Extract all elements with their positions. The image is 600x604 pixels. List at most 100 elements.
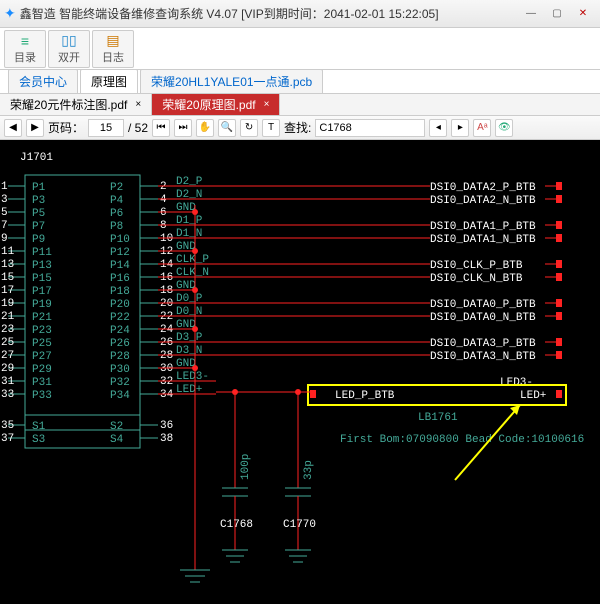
svg-text:P18: P18 xyxy=(110,286,130,298)
svg-text:35: 35 xyxy=(1,420,14,432)
svg-text:P9: P9 xyxy=(32,234,45,246)
svg-text:P11: P11 xyxy=(32,247,52,259)
svg-text:DSI0_DATA2_N_BTB: DSI0_DATA2_N_BTB xyxy=(430,195,536,207)
component-ref: J1701 xyxy=(20,152,53,164)
close-icon[interactable]: × xyxy=(135,99,141,110)
schematic-view[interactable]: J1701 1P13P35P57P79P911P1113P1315P1517P1… xyxy=(0,140,600,604)
tab-member[interactable]: 会员中心 xyxy=(8,69,78,93)
svg-text:C1770: C1770 xyxy=(283,519,316,531)
svg-text:12: 12 xyxy=(160,246,173,258)
binoculars-button[interactable]: 👁 xyxy=(495,119,513,137)
maximize-button[interactable]: ▢ xyxy=(544,4,570,24)
svg-text:P28: P28 xyxy=(110,351,130,363)
hand-tool-button[interactable]: ✋ xyxy=(196,119,214,137)
document-tabs: 荣耀20元件标注图.pdf × 荣耀20原理图.pdf × xyxy=(0,94,600,116)
tab-pcb[interactable]: 荣耀20HL1YALE01一点通.pcb xyxy=(140,69,323,93)
svg-text:DSI0_DATA1_P_BTB: DSI0_DATA1_P_BTB xyxy=(430,221,536,233)
svg-text:4: 4 xyxy=(160,194,167,206)
search-prev-button[interactable]: ◂ xyxy=(429,119,447,137)
svg-text:LED+: LED+ xyxy=(176,384,202,396)
svg-text:P6: P6 xyxy=(110,208,123,220)
close-button[interactable]: ✕ xyxy=(570,4,596,24)
svg-text:DSI0_CLK_N_BTB: DSI0_CLK_N_BTB xyxy=(430,273,523,285)
catalog-button[interactable]: ≡目录 xyxy=(4,30,46,68)
svg-text:P23: P23 xyxy=(32,325,52,337)
svg-text:P13: P13 xyxy=(32,260,52,272)
zoom-tool-button[interactable]: 🔍 xyxy=(218,119,236,137)
svg-text:DSI0_DATA3_N_BTB: DSI0_DATA3_N_BTB xyxy=(430,351,536,363)
svg-text:2: 2 xyxy=(160,181,167,193)
svg-text:30: 30 xyxy=(160,363,173,375)
svg-text:38: 38 xyxy=(160,433,173,445)
svg-text:P31: P31 xyxy=(32,377,52,389)
first-page-button[interactable]: ⏮ xyxy=(152,119,170,137)
toolbar: ◀ ▶ 页码： / 52 ⏮ ⏭ ✋ 🔍 ↻ T 查找: ◂ ▸ Aᵃ 👁 xyxy=(0,116,600,140)
svg-text:DSI0_DATA1_N_BTB: DSI0_DATA1_N_BTB xyxy=(430,234,536,246)
svg-text:6: 6 xyxy=(160,207,167,219)
svg-text:33p: 33p xyxy=(303,460,315,480)
svg-text:D0_P: D0_P xyxy=(176,293,203,305)
svg-text:P17: P17 xyxy=(32,286,52,298)
svg-text:29: 29 xyxy=(1,363,14,375)
svg-text:CLK_N: CLK_N xyxy=(176,267,209,279)
svg-text:27: 27 xyxy=(1,350,14,362)
svg-text:22: 22 xyxy=(160,311,173,323)
svg-text:P2: P2 xyxy=(110,182,123,194)
label: 日志 xyxy=(102,49,124,65)
doc-tab-2[interactable]: 荣耀20原理图.pdf × xyxy=(152,94,280,115)
svg-text:P29: P29 xyxy=(32,364,52,376)
dual-open-button[interactable]: ▯▯双开 xyxy=(48,30,90,68)
svg-text:P26: P26 xyxy=(110,338,130,350)
page-input[interactable] xyxy=(88,119,124,137)
search-input[interactable] xyxy=(315,119,425,137)
page-total: / 52 xyxy=(128,121,148,135)
doc-tab-1[interactable]: 荣耀20元件标注图.pdf × xyxy=(0,94,152,115)
svg-text:24: 24 xyxy=(160,324,174,336)
svg-text:DSI0_DATA3_P_BTB: DSI0_DATA3_P_BTB xyxy=(430,338,536,350)
svg-text:16: 16 xyxy=(160,272,173,284)
svg-text:P1: P1 xyxy=(32,182,46,194)
svg-text:P25: P25 xyxy=(32,338,52,350)
svg-text:17: 17 xyxy=(1,285,14,297)
schematic-svg: J1701 1P13P35P57P79P911P1113P1315P1517P1… xyxy=(0,140,600,604)
svg-text:P21: P21 xyxy=(32,312,52,324)
search-label: 查找: xyxy=(284,119,311,136)
svg-text:P8: P8 xyxy=(110,221,123,233)
svg-text:36: 36 xyxy=(160,420,173,432)
svg-text:19: 19 xyxy=(1,298,14,310)
text-select-button[interactable]: T xyxy=(262,119,280,137)
app-icon: ✦ xyxy=(4,5,16,22)
svg-text:P24: P24 xyxy=(110,325,130,337)
match-case-button[interactable]: Aᵃ xyxy=(473,119,491,137)
label: 目录 xyxy=(14,49,36,65)
svg-text:S3: S3 xyxy=(32,434,45,446)
svg-text:11: 11 xyxy=(1,246,15,258)
svg-text:D1_P: D1_P xyxy=(176,215,203,227)
svg-text:23: 23 xyxy=(1,324,14,336)
svg-text:20: 20 xyxy=(160,298,173,310)
minimize-button[interactable]: — xyxy=(518,4,544,24)
rotate-button[interactable]: ↻ xyxy=(240,119,258,137)
svg-text:P16: P16 xyxy=(110,273,130,285)
svg-text:GND: GND xyxy=(176,202,196,214)
svg-text:S4: S4 xyxy=(110,434,124,446)
svg-text:13: 13 xyxy=(1,259,14,271)
tab-schematic[interactable]: 原理图 xyxy=(80,69,138,93)
svg-text:GND: GND xyxy=(176,319,196,331)
prev-page-button[interactable]: ◀ xyxy=(4,119,22,137)
ribbon: ≡目录 ▯▯双开 ▤日志 xyxy=(0,28,600,70)
svg-text:S2: S2 xyxy=(110,421,123,433)
next-page-button[interactable]: ▶ xyxy=(26,119,44,137)
svg-text:P20: P20 xyxy=(110,299,130,311)
svg-text:LED3-: LED3- xyxy=(176,371,209,383)
svg-text:P4: P4 xyxy=(110,195,124,207)
last-page-button[interactable]: ⏭ xyxy=(174,119,192,137)
close-icon[interactable]: × xyxy=(264,99,270,110)
list-icon: ≡ xyxy=(21,33,29,49)
log-button[interactable]: ▤日志 xyxy=(92,30,134,68)
label: 荣耀20元件标注图.pdf xyxy=(10,96,127,113)
svg-text:34: 34 xyxy=(160,389,174,401)
svg-text:21: 21 xyxy=(1,311,15,323)
label: 荣耀20原理图.pdf xyxy=(162,96,255,113)
search-next-button[interactable]: ▸ xyxy=(451,119,469,137)
